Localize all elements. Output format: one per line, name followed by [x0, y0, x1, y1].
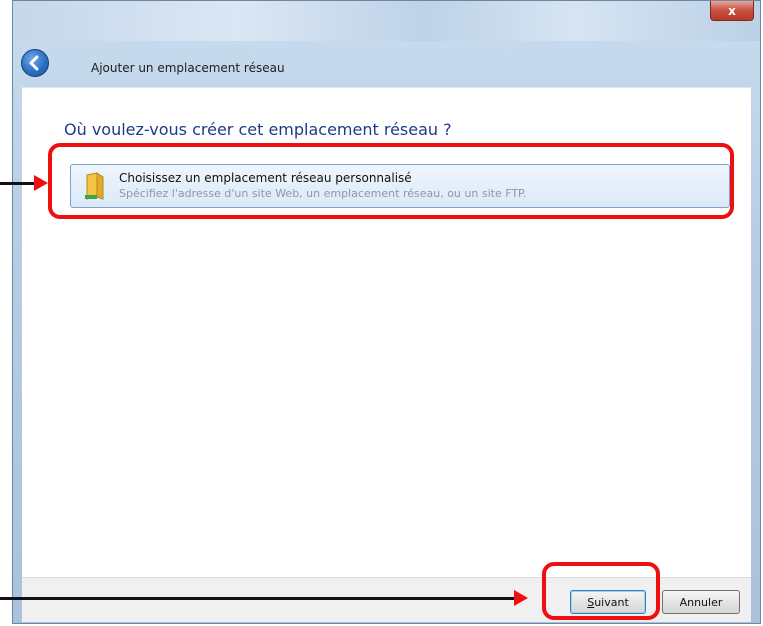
- highlight-option-annotation: [48, 143, 734, 219]
- wizard-window: x Ajouter un emplacement réseau Où voule…: [12, 0, 761, 624]
- back-button[interactable]: [21, 49, 49, 77]
- cancel-button[interactable]: Annuler: [662, 590, 740, 614]
- title-bar: [13, 1, 760, 41]
- wizard-title: Ajouter un emplacement réseau: [91, 61, 285, 75]
- back-arrow-icon: [29, 55, 39, 71]
- arrow-to-option-line: [0, 182, 36, 185]
- arrow-to-next-head: [514, 590, 528, 606]
- arrow-to-option-head: [34, 175, 48, 191]
- close-button[interactable]: x: [710, 1, 754, 21]
- arrow-to-next-line: [0, 597, 516, 600]
- highlight-next-annotation: [542, 562, 660, 620]
- page-heading: Où voulez-vous créer cet emplacement rés…: [64, 120, 452, 139]
